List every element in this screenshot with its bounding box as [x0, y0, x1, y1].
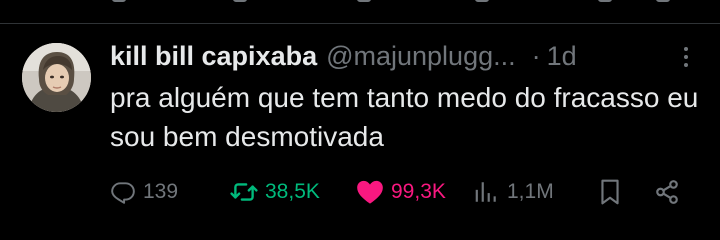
share-icon[interactable]	[656, 0, 670, 2]
tweet[interactable]: kill bill capixaba @majunplugg... · 1d p…	[0, 24, 720, 240]
previous-tweet-actions	[0, 0, 720, 4]
bookmark-button[interactable]	[597, 176, 623, 208]
views-count: 1,1M	[507, 180, 554, 203]
reply-button[interactable]: 139	[110, 176, 178, 208]
views-icon	[475, 182, 496, 202]
separator-dot: ·	[531, 40, 541, 71]
views-icon[interactable]	[475, 0, 489, 2]
tweet-header: kill bill capixaba @majunplugg... · 1d	[110, 38, 577, 74]
reply-icon[interactable]	[112, 0, 126, 2]
like-count: 99,3K	[391, 180, 446, 203]
heart-icon	[357, 180, 383, 204]
retweet-count: 38,5K	[265, 180, 320, 203]
display-name[interactable]: kill bill capixaba	[110, 41, 317, 72]
bookmark-icon	[601, 179, 619, 205]
retweet-button[interactable]: 38,5K	[230, 176, 320, 208]
bookmark-icon[interactable]	[598, 0, 612, 2]
like-button[interactable]: 99,3K	[356, 176, 446, 208]
share-button[interactable]	[654, 176, 680, 208]
tweet-actions: 139 38,5K 99,3K 1,1M	[110, 172, 700, 212]
share-icon	[656, 180, 678, 204]
reply-icon	[111, 182, 135, 204]
timestamp[interactable]: 1d	[547, 41, 577, 72]
heart-icon[interactable]	[357, 0, 371, 2]
avatar-image	[22, 43, 91, 112]
more-icon[interactable]	[679, 44, 695, 70]
retweet-icon[interactable]	[233, 0, 247, 2]
views-button[interactable]: 1,1M	[472, 176, 554, 208]
avatar[interactable]	[22, 43, 91, 112]
retweet-icon	[230, 183, 258, 201]
tweet-text: pra alguém que tem tanto medo do fracass…	[110, 82, 699, 152]
reply-count: 139	[143, 180, 179, 203]
user-handle[interactable]: @majunplugg...	[326, 41, 516, 72]
